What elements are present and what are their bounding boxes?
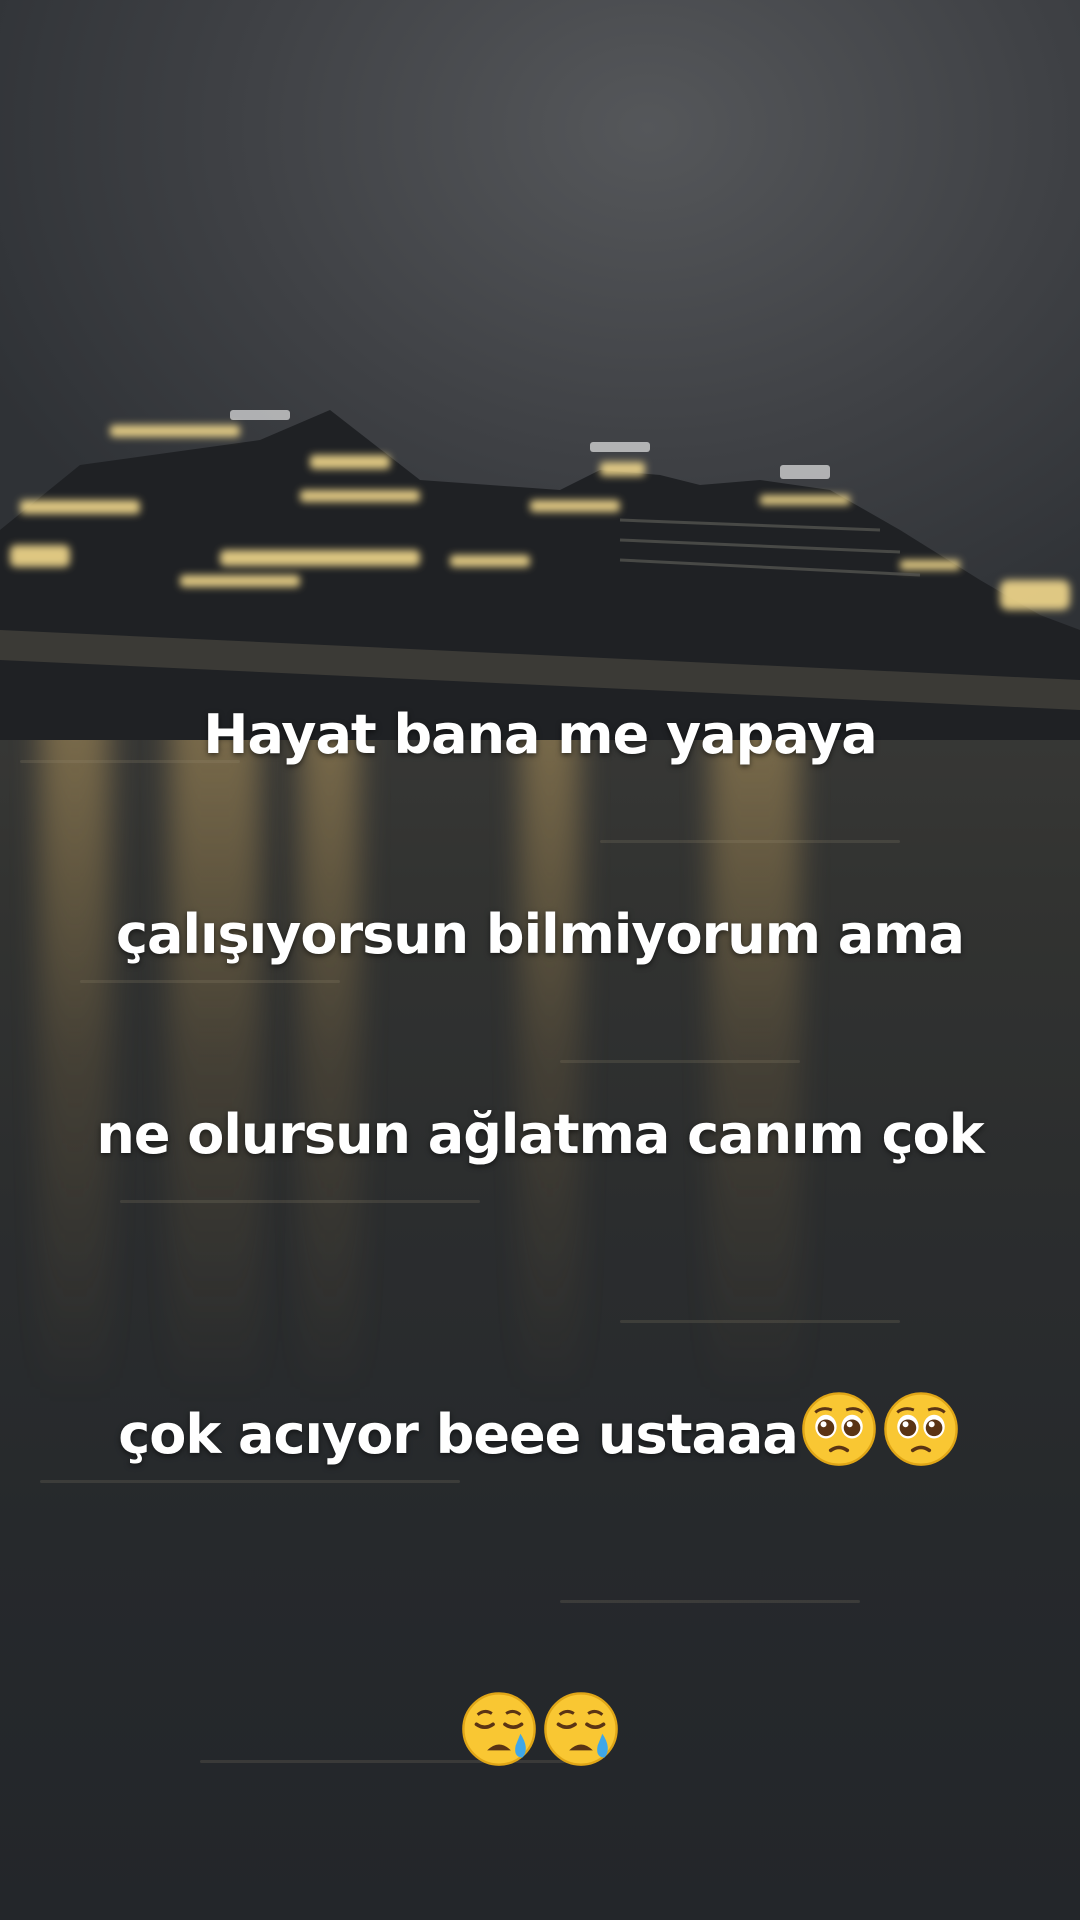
caption-line: çok acıyor beee ustaaa (40, 1285, 1040, 1485)
video-frame: Hayat bana me yapaya çalışıyorsun bilmiy… (0, 0, 1080, 1920)
video-caption: Hayat bana me yapaya çalışıyorsun bilmiy… (40, 585, 1040, 1885)
caption-line: Hayat bana me yapaya (203, 703, 877, 766)
caption-text: çok acıyor beee ustaaa (118, 1403, 799, 1466)
caption-line (40, 1585, 1040, 1785)
sleepy-crying-face-emoji-icon (544, 1692, 618, 1766)
pleading-face-emoji-icon (883, 1392, 958, 1466)
sleepy-crying-face-emoji-icon (462, 1692, 536, 1766)
pleading-face-emoji-icon (801, 1392, 876, 1466)
caption-line: ne olursun ağlatma canım çok (96, 1103, 984, 1166)
caption-line: çalışıyorsun bilmiyorum ama (116, 903, 965, 966)
